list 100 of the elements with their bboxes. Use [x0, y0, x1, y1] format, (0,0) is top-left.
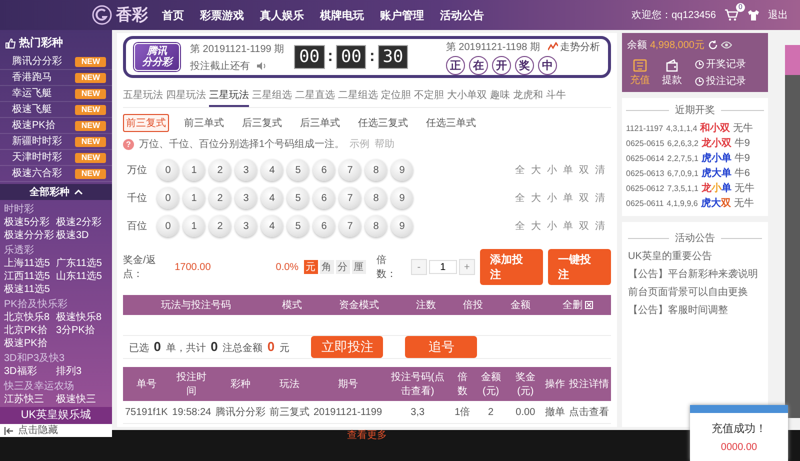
sidebar-item[interactable]: 极速PK拾 NEW	[0, 118, 112, 134]
sidebar-item[interactable]: 新疆时时彩 NEW	[0, 134, 112, 150]
number-ball[interactable]: 3	[235, 187, 257, 209]
sidebar-item[interactable]: 3D福彩	[4, 365, 56, 378]
play-tab[interactable]: 大小单双	[447, 86, 487, 107]
sidebar-item[interactable]: 极速2分彩	[56, 216, 108, 229]
sidebar-item[interactable]: 香港跑马 NEW	[0, 70, 112, 86]
nav-link[interactable]: 彩票游戏	[200, 8, 244, 22]
number-ball[interactable]: 0	[157, 215, 179, 237]
quick-select[interactable]: 清	[595, 163, 605, 177]
quick-select[interactable]: 双	[579, 219, 589, 233]
quick-select[interactable]: 大	[531, 163, 541, 177]
play-tab[interactable]: 二星组选	[338, 86, 378, 107]
nav-link[interactable]: 首页	[162, 8, 184, 22]
sidebar-item[interactable]: 极速六合彩 NEW	[0, 166, 112, 182]
sub-tab[interactable]: 任选三复式	[355, 114, 411, 132]
number-ball[interactable]: 4	[261, 215, 283, 237]
nav-link[interactable]: 棋牌电玩	[320, 8, 364, 22]
number-ball[interactable]: 7	[339, 215, 361, 237]
sidebar-item[interactable]: 北京快乐8	[4, 311, 56, 324]
quick-select[interactable]: 全	[515, 163, 525, 177]
nav-link[interactable]: 活动公告	[440, 8, 484, 22]
sidebar-item[interactable]: 幸运飞艇 NEW	[0, 86, 112, 102]
nav-link[interactable]: 真人娱乐	[260, 8, 304, 22]
unit-button[interactable]: 分	[336, 260, 350, 274]
sidebar-item[interactable]: 极速飞艇 NEW	[0, 102, 112, 118]
number-ball[interactable]: 9	[391, 187, 413, 209]
number-ball[interactable]: 4	[261, 187, 283, 209]
record-link[interactable]: 撤单	[544, 407, 565, 418]
sub-tab[interactable]: 后三复式	[239, 114, 285, 132]
number-ball[interactable]: 1	[183, 215, 205, 237]
sidebar-item[interactable]: 天津时时彩 NEW	[0, 150, 112, 166]
play-tab[interactable]: 斗牛	[546, 86, 566, 107]
notice-link[interactable]: 【公告】平台新彩种来袭说明	[628, 268, 762, 281]
number-ball[interactable]: 8	[365, 215, 387, 237]
sidebar-item[interactable]: 江西11选5	[4, 270, 56, 283]
sidebar-item[interactable]: 极速快乐8	[56, 311, 108, 324]
number-ball[interactable]: 3	[235, 159, 257, 181]
sidebar-item[interactable]: 极速5分彩	[4, 216, 56, 229]
number-ball[interactable]: 2	[209, 159, 231, 181]
number-ball[interactable]: 8	[365, 159, 387, 181]
number-ball[interactable]: 9	[391, 215, 413, 237]
sidebar-item[interactable]: 极速快三	[56, 393, 108, 406]
logout-link[interactable]: 退出	[768, 8, 788, 22]
record-link[interactable]: 点击查看	[568, 407, 609, 418]
record-link[interactable]: 投注记录	[695, 74, 746, 88]
quick-select[interactable]: 单	[563, 219, 573, 233]
sidebar-item[interactable]: 极速PK拾	[4, 337, 56, 350]
sidebar-item[interactable]: 极速11选5	[4, 283, 56, 296]
sidebar-item[interactable]: 排列3	[56, 365, 108, 378]
number-ball[interactable]: 6	[313, 215, 335, 237]
number-ball[interactable]: 4	[261, 159, 283, 181]
trend-link[interactable]: 走势分析	[548, 40, 600, 54]
number-ball[interactable]: 2	[209, 215, 231, 237]
play-tab[interactable]: 趣味	[490, 86, 510, 107]
notice-link[interactable]: 前台页面背景可以自由更换	[628, 286, 762, 299]
play-tab[interactable]: 定位胆	[381, 86, 411, 107]
hide-sidebar-link[interactable]: 点击隐藏	[0, 424, 112, 437]
number-ball[interactable]: 7	[339, 159, 361, 181]
unit-button[interactable]: 厘	[352, 260, 366, 274]
play-tab[interactable]: 三星组选	[252, 86, 292, 107]
notice-link[interactable]: UK英皇的重要公告	[628, 250, 762, 263]
play-tab[interactable]: 三星玩法	[209, 86, 249, 107]
unit-button[interactable]: 角	[320, 260, 334, 274]
sidebar-item[interactable]: 3分PK拾	[56, 324, 108, 337]
quick-select[interactable]: 全	[515, 191, 525, 205]
promo-banner[interactable]: UK英皇娱乐城	[0, 407, 112, 424]
sidebar-item[interactable]: 江苏快三	[4, 393, 56, 406]
sidebar-item[interactable]: 广东11选5	[56, 257, 108, 270]
quick-select[interactable]: 小	[547, 191, 557, 205]
quick-select[interactable]: 单	[563, 163, 573, 177]
sidebar-item[interactable]: 山东11选5	[56, 270, 108, 283]
play-tab[interactable]: 二星直选	[295, 86, 335, 107]
play-tab[interactable]: 五星玩法	[123, 86, 163, 107]
number-ball[interactable]: 0	[157, 187, 179, 209]
number-ball[interactable]: 5	[287, 215, 309, 237]
record-link[interactable]: 开奖记录	[695, 57, 746, 71]
quick-select[interactable]: 大	[531, 219, 541, 233]
play-tab[interactable]: 四星玩法	[166, 86, 206, 107]
sidebar-item[interactable]: 上海11选5	[4, 257, 56, 270]
number-ball[interactable]: 5	[287, 187, 309, 209]
number-ball[interactable]: 5	[287, 159, 309, 181]
number-ball[interactable]: 0	[157, 159, 179, 181]
play-tab[interactable]: 龙虎和	[513, 86, 543, 107]
sidebar-item[interactable]: 极速3D	[56, 229, 108, 242]
quick-select[interactable]: 大	[531, 191, 541, 205]
multiple-field[interactable]: 1	[428, 260, 457, 274]
notice-link[interactable]: 【公告】客服时间调整	[628, 304, 762, 317]
quick-select[interactable]: 小	[547, 219, 557, 233]
nav-link[interactable]: 账户管理	[380, 8, 424, 22]
view-more-link[interactable]: 查看更多	[347, 430, 387, 441]
quick-select[interactable]: 双	[579, 163, 589, 177]
sidebar-item[interactable]: 北京PK拾	[4, 324, 56, 337]
sub-tab[interactable]: 前三复式	[123, 114, 169, 132]
sub-tab[interactable]: 后三单式	[297, 114, 343, 132]
quick-select[interactable]: 单	[563, 191, 573, 205]
quick-select[interactable]: 清	[595, 191, 605, 205]
sub-tab[interactable]: 任选三单式	[423, 114, 479, 132]
quick-select[interactable]: 全	[515, 219, 525, 233]
play-tab[interactable]: 不定胆	[414, 86, 444, 107]
